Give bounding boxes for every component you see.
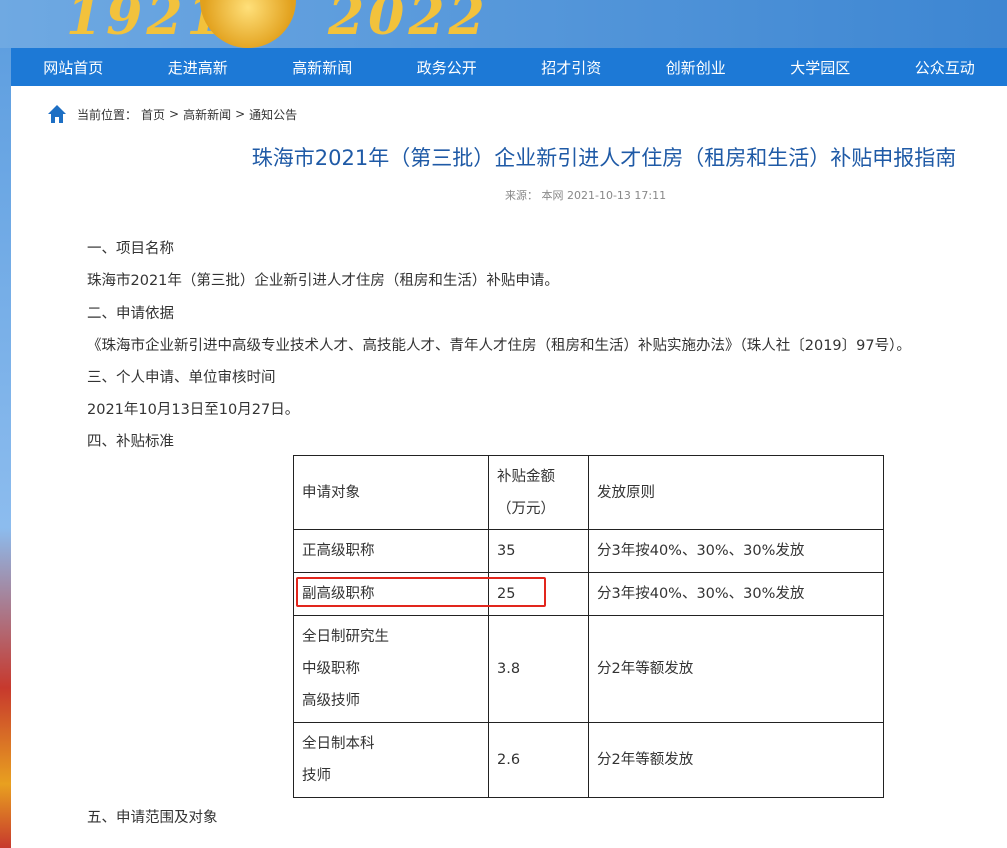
nav-item-innovation[interactable]: 创新创业 xyxy=(634,57,759,78)
cell-target-line: 中级职称 xyxy=(302,661,360,677)
cell-amount: 3.8 xyxy=(488,615,589,723)
side-decoration xyxy=(0,48,11,848)
table-header-row: 申请对象 补贴金额 （万元） 发放原则 xyxy=(293,455,884,530)
cell-target-line: 全日制研究生 xyxy=(302,629,389,645)
cell-target-line: 高级技师 xyxy=(302,693,360,709)
article-title: 珠海市2021年（第三批）企业新引进人才住房（租房和生活）补贴申报指南 xyxy=(251,146,957,170)
section-heading: 五、申请范围及对象 xyxy=(87,810,218,826)
nav-item-interaction[interactable]: 公众互动 xyxy=(883,57,1007,78)
nav-item-home[interactable]: 网站首页 xyxy=(11,57,136,78)
nav-item-about[interactable]: 走进高新 xyxy=(136,57,261,78)
cell-target: 全日制本科 技师 xyxy=(293,722,489,798)
breadcrumb-news-link[interactable]: 高新新闻 xyxy=(183,106,231,123)
table-row: 全日制本科 技师 2.6 分2年等额发放 xyxy=(293,722,884,798)
cell-target-line: 技师 xyxy=(302,768,331,784)
paragraph: 2021年10月13日至10月27日。 xyxy=(87,402,300,418)
nav-item-talent[interactable]: 招才引资 xyxy=(509,57,634,78)
cell-rule: 分2年等额发放 xyxy=(588,722,884,798)
header-amount: 补贴金额 （万元） xyxy=(488,455,589,530)
breadcrumb-separator: > xyxy=(169,107,180,121)
section-heading: 一、项目名称 xyxy=(87,241,174,257)
cell-rule: 分3年按40%、30%、30%发放 xyxy=(588,529,884,573)
main-nav: 网站首页 走进高新 高新新闻 政务公开 招才引资 创新创业 大学园区 公众互动 xyxy=(11,48,1007,86)
nav-item-gov[interactable]: 政务公开 xyxy=(385,57,510,78)
nav-item-news[interactable]: 高新新闻 xyxy=(260,57,385,78)
cell-rule: 分3年按40%、30%、30%发放 xyxy=(588,572,884,616)
header-amount-label: 补贴金额 xyxy=(497,468,555,485)
breadcrumb-prefix: 当前位置： xyxy=(77,107,138,122)
paragraph: 珠海市2021年（第三批）企业新引进人才住房（租房和生活）补贴申请。 xyxy=(87,273,559,289)
header-target: 申请对象 xyxy=(293,455,489,530)
subsidy-table: 申请对象 补贴金额 （万元） 发放原则 正高级职称 35 分3年按40%、30%… xyxy=(293,455,884,798)
article-meta: 来源： 本网 2021-10-13 17:11 xyxy=(505,189,667,202)
content-page: 当前位置： 首页 > 高新新闻 > 通知公告 珠海市2021年（第三批）企业新引… xyxy=(11,86,1007,848)
table-row: 全日制研究生 中级职称 高级技师 3.8 分2年等额发放 xyxy=(293,615,884,723)
section-heading: 三、个人申请、单位审核时间 xyxy=(87,370,276,386)
banner-year-right: 2022 xyxy=(328,0,489,47)
home-icon[interactable] xyxy=(47,104,67,124)
cell-target-line: 全日制本科 xyxy=(302,736,375,752)
cell-amount: 35 xyxy=(488,529,589,573)
table-row: 正高级职称 35 分3年按40%、30%、30%发放 xyxy=(293,529,884,573)
cell-amount: 2.6 xyxy=(488,722,589,798)
breadcrumb-separator: > xyxy=(235,107,246,121)
nav-item-university[interactable]: 大学园区 xyxy=(758,57,883,78)
header-rule: 发放原则 xyxy=(588,455,884,530)
highlight-box xyxy=(296,577,546,607)
breadcrumb-notice-link[interactable]: 通知公告 xyxy=(249,106,297,123)
breadcrumb-home-link[interactable]: 首页 xyxy=(141,106,165,123)
section-heading: 四、补贴标准 xyxy=(87,434,174,450)
header-amount-unit: （万元） xyxy=(497,500,555,517)
cell-target: 正高级职称 xyxy=(293,529,489,573)
cell-rule: 分2年等额发放 xyxy=(588,615,884,723)
paragraph: 《珠海市企业新引进中高级专业技术人才、高技能人才、青年人才住房（租房和生活）补贴… xyxy=(87,338,911,354)
section-heading: 二、申请依据 xyxy=(87,306,174,322)
header-banner: 1921 2022 xyxy=(0,0,1007,48)
cell-target: 全日制研究生 中级职称 高级技师 xyxy=(293,615,489,723)
breadcrumb: 当前位置： 首页 > 高新新闻 > 通知公告 xyxy=(47,104,297,124)
